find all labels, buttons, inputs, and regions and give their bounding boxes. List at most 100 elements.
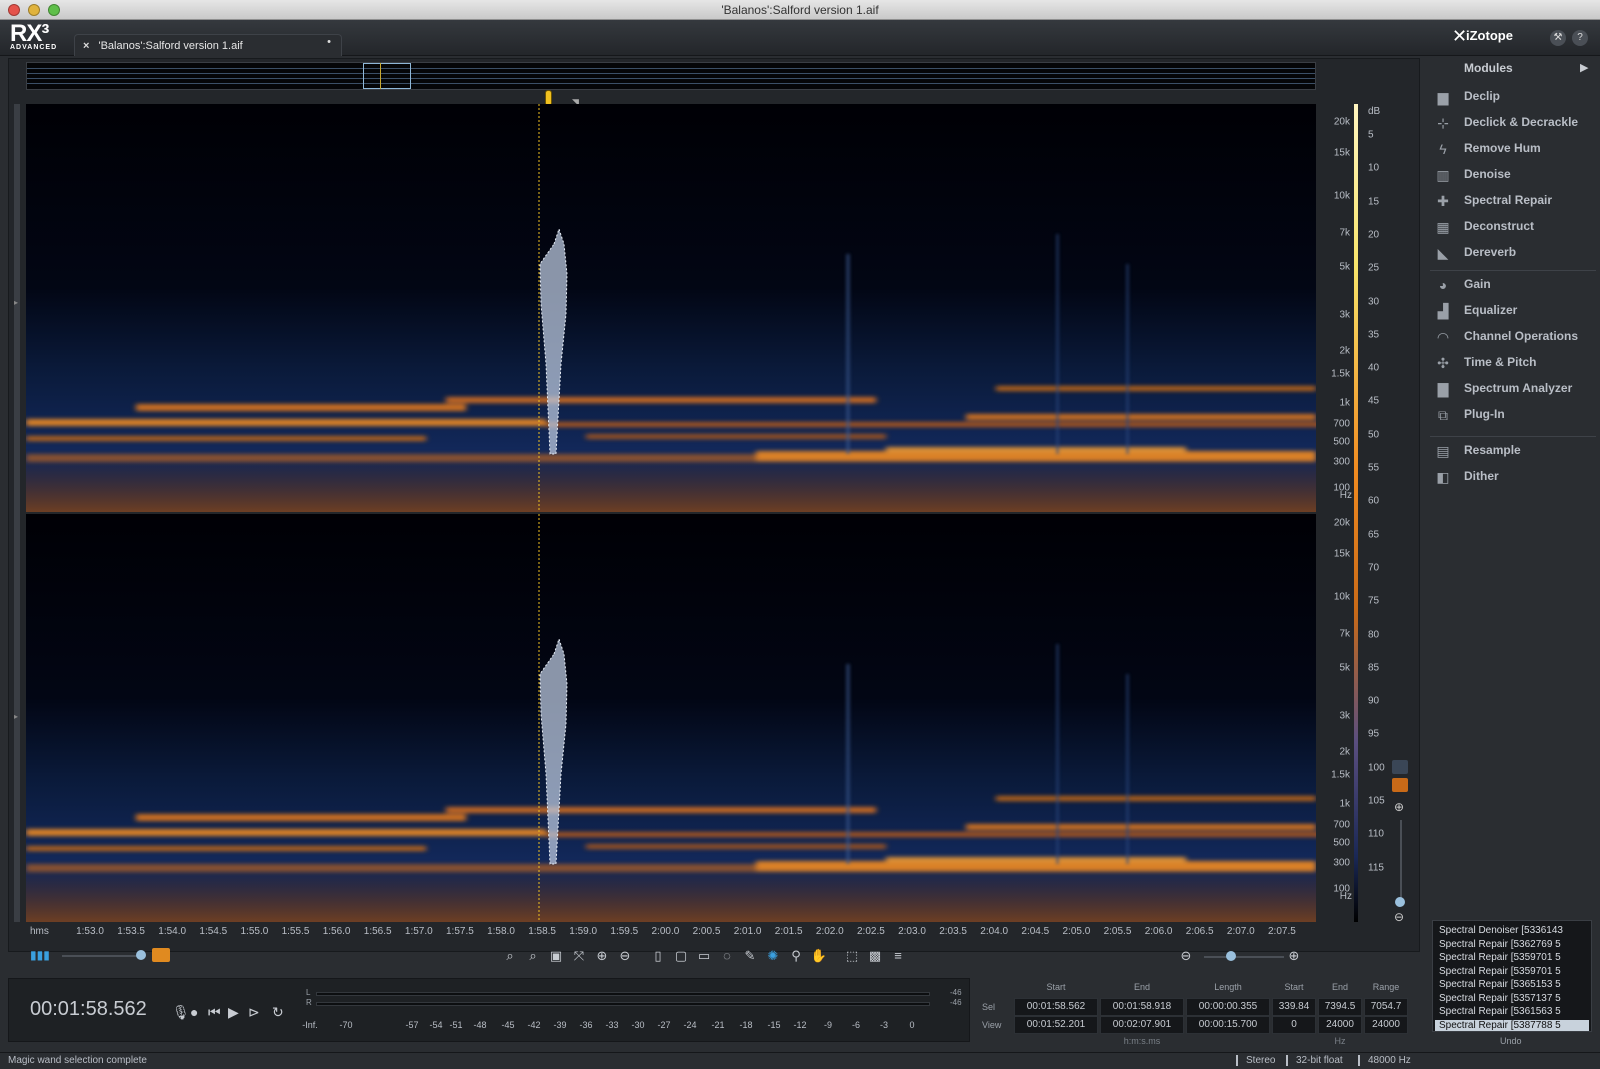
freq-tick-label: 1.5k xyxy=(1331,368,1350,380)
module-gain[interactable]: ◕ Gain xyxy=(1432,274,1596,296)
sel-start-field[interactable]: 00:01:58.562 xyxy=(1014,998,1098,1016)
freq-unit-label: Hz xyxy=(1339,891,1352,902)
sel-end-field[interactable]: 00:01:58.918 xyxy=(1100,998,1184,1016)
module-declick-decrackle[interactable]: ⊹ Declick & Decrackle xyxy=(1432,112,1596,134)
undo-history-list[interactable]: Spectral Denoiser [5336143 Spectral Repai… xyxy=(1432,920,1592,1032)
freq-unit-label: Hz xyxy=(1334,1036,1346,1046)
module-time-pitch[interactable]: ✣ Time & Pitch xyxy=(1432,352,1596,374)
frequency-selection-tool-icon[interactable]: ▭ xyxy=(694,946,714,966)
spectrogram-view-icon[interactable] xyxy=(1392,778,1408,792)
vertical-zoom-in-icon[interactable]: ⊕ xyxy=(1394,800,1404,814)
window-titlebar: 'Balanos':Salford version 1.aif xyxy=(0,0,1600,20)
timecode-display[interactable]: 00:01:58.562 xyxy=(30,998,164,1028)
module-channel-operations[interactable]: ◠ Channel Operations xyxy=(1432,326,1596,348)
module-dither[interactable]: ◧ Dither xyxy=(1432,466,1596,488)
frequency-axis: 20k 15k 10k 7k 5k 3k 2k 1.5k 1k 700 500 300 100 Hz 20k… xyxy=(1316,104,1352,922)
time-selection-tool-icon[interactable]: ▯ xyxy=(648,946,668,966)
view-start-field[interactable]: 00:01:52.201 xyxy=(1014,1016,1098,1034)
waveform-toggle-icon[interactable]: ▮▮▮ xyxy=(30,948,50,962)
play-selection-button[interactable]: ⊳ xyxy=(248,1004,260,1021)
sel-freq-range-field[interactable]: 7054.7 xyxy=(1364,998,1408,1016)
module-dereverb[interactable]: ◣ Dereverb xyxy=(1432,242,1596,264)
sel-length-field[interactable]: 00:00:00.355 xyxy=(1186,998,1270,1016)
zoom-freq-in-icon[interactable]: ⊕ xyxy=(592,946,612,966)
undo-item[interactable]: Spectral Repair [5359701 5 xyxy=(1435,952,1589,965)
rewind-button[interactable]: ⏮ xyxy=(208,1004,221,1021)
meter-scale-label: -45 xyxy=(501,1020,515,1030)
horizontal-zoom-slider[interactable] xyxy=(1204,956,1284,958)
undo-item[interactable]: Spectral Repair [5357137 5 xyxy=(1435,993,1589,1006)
lasso-tool-icon[interactable]: ◌ xyxy=(717,946,737,966)
input-monitor-icon[interactable]: 🎙 xyxy=(172,1004,190,1021)
view-end-field[interactable]: 00:02:07.901 xyxy=(1100,1016,1184,1034)
spectrogram-channel-right[interactable] xyxy=(26,514,1316,922)
channel-left-arrow-icon[interactable]: ▸ xyxy=(14,298,18,307)
view-freq-end-field[interactable]: 24000 xyxy=(1318,1016,1362,1034)
sel-freq-end-field[interactable]: 7394.5 xyxy=(1318,998,1362,1016)
undo-item[interactable]: Spectral Repair [5359701 5 xyxy=(1435,966,1589,979)
module-spectrum-analyzer[interactable]: ▇ Spectrum Analyzer xyxy=(1432,378,1596,400)
settings-wrench-icon[interactable]: ⚒ xyxy=(1550,30,1566,46)
time-freq-selection-tool-icon[interactable]: ▢ xyxy=(671,946,691,966)
module-spectral-repair[interactable]: ✚ Spectral Repair xyxy=(1432,190,1596,212)
brush-tool-icon[interactable]: ✎ xyxy=(740,946,760,966)
vertical-zoom-knob[interactable] xyxy=(1395,897,1405,907)
file-tab[interactable]: × 'Balanos':Salford version 1.aif • xyxy=(74,34,342,56)
selection-harmonics-icon[interactable]: ≡ xyxy=(888,946,908,966)
loop-button[interactable]: ↻ xyxy=(272,1004,284,1021)
module-remove-hum[interactable]: ϟ Remove Hum xyxy=(1432,138,1596,160)
play-button[interactable]: ▶ xyxy=(228,1004,239,1021)
vertical-zoom-out-icon[interactable]: ⊖ xyxy=(1394,910,1404,924)
meter-scale: -Inf. -70 -57 -54 -51 -48 -45 -42 -39 -36 -33 -30 -2… xyxy=(300,1020,940,1032)
undo-item[interactable]: Spectral Repair [5361563 5 xyxy=(1435,1006,1589,1019)
undo-item[interactable]: Spectral Repair [5365153 5 xyxy=(1435,979,1589,992)
undo-item[interactable]: Spectral Repair [5387788 5 xyxy=(1435,1019,1589,1031)
view-length-field[interactable]: 00:00:15.700 xyxy=(1186,1016,1270,1034)
zoom-in-time-icon[interactable]: ⌕ xyxy=(500,946,520,966)
horizontal-zoom-out-icon[interactable]: ⊖ xyxy=(1176,946,1196,966)
spectrogram-toggle-icon[interactable] xyxy=(152,948,170,962)
spectrogram-channel-left[interactable] xyxy=(26,104,1316,512)
overview-view-window[interactable] xyxy=(363,63,411,89)
horizontal-zoom-in-icon[interactable]: ⊕ xyxy=(1284,946,1304,966)
waveform-view-icon[interactable] xyxy=(1392,760,1408,774)
module-deconstruct[interactable]: ▦ Deconstruct xyxy=(1432,216,1596,238)
record-button[interactable]: ● xyxy=(190,1004,198,1020)
freq-tick-label: 500 xyxy=(1333,837,1350,849)
rx-logo: RX³ xyxy=(10,20,49,47)
magic-wand-tool-icon[interactable]: ✺ xyxy=(763,946,783,966)
tab-close-icon[interactable]: × xyxy=(83,40,89,52)
channel-right-arrow-icon[interactable]: ▸ xyxy=(14,712,18,721)
zoom-fit-icon[interactable]: ⤧ xyxy=(569,946,589,966)
undo-item[interactable]: Spectral Repair [5362769 5 xyxy=(1435,939,1589,952)
meter-scale-label: -15 xyxy=(767,1020,781,1030)
module-declip[interactable]: ▆ Declip xyxy=(1432,86,1596,108)
zoom-out-time-icon[interactable]: ⌕ xyxy=(523,946,543,966)
hand-tool-icon[interactable]: ✋ xyxy=(809,946,829,966)
vertical-zoom-slider[interactable] xyxy=(1400,820,1402,902)
sel-length-header: Length xyxy=(1214,982,1242,992)
spectrogram-blend-slider[interactable] xyxy=(62,955,142,957)
module-plug-in[interactable]: ⧉ Plug-In xyxy=(1432,404,1596,426)
view-freq-start-field[interactable]: 0 xyxy=(1272,1016,1316,1034)
invert-selection-icon[interactable]: ▩ xyxy=(865,946,885,966)
overview-strip[interactable] xyxy=(26,62,1316,90)
view-freq-range-field[interactable]: 24000 xyxy=(1364,1016,1408,1034)
module-denoise[interactable]: ▥ Denoise xyxy=(1432,164,1596,186)
modules-expand-icon[interactable]: ▶ xyxy=(1580,61,1588,74)
select-all-icon[interactable]: ⬚ xyxy=(842,946,862,966)
zoom-tool-icon[interactable]: ⚲ xyxy=(786,946,806,966)
spectrogram-display[interactable] xyxy=(26,104,1316,922)
help-icon[interactable]: ? xyxy=(1572,30,1588,46)
zoom-freq-out-icon[interactable]: ⊖ xyxy=(615,946,635,966)
db-tick-label: 80 xyxy=(1368,629,1380,640)
module-resample[interactable]: ▤ Resample xyxy=(1432,440,1596,462)
time-tick-label: 2:04.0 xyxy=(980,926,1009,937)
zoom-selection-icon[interactable]: ▣ xyxy=(546,946,566,966)
undo-item[interactable]: Spectral Denoiser [5336143 xyxy=(1435,925,1589,938)
spectrogram-blend-knob[interactable] xyxy=(136,950,146,960)
sel-freq-start-field[interactable]: 339.84 xyxy=(1272,998,1316,1016)
horizontal-zoom-knob[interactable] xyxy=(1226,951,1236,961)
sel-freq-end-header: End xyxy=(1331,982,1348,992)
module-equalizer[interactable]: ▟ Equalizer xyxy=(1432,300,1596,322)
